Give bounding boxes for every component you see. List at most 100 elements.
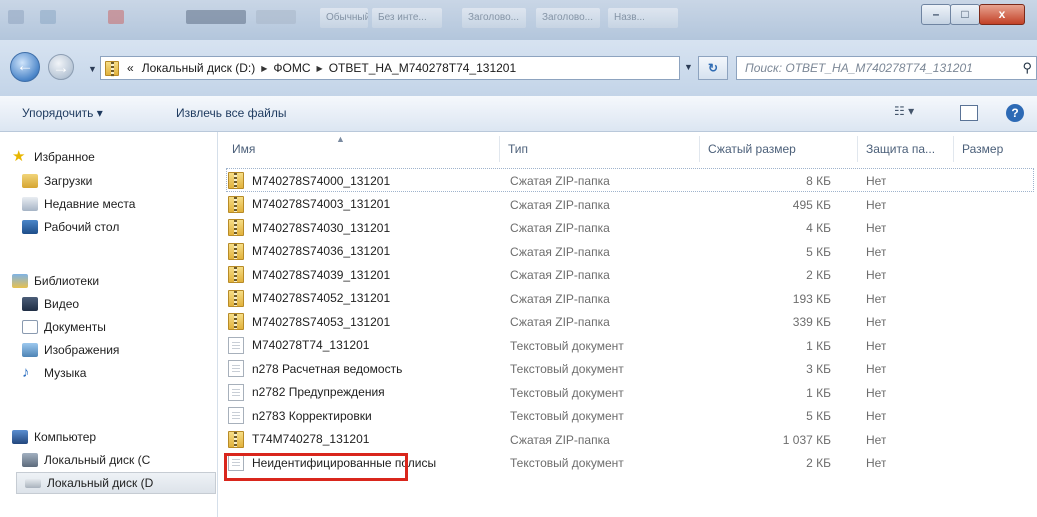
file-compressed-size: 193 КБ: [792, 291, 831, 306]
breadcrumb-drive-d[interactable]: Локальный диск (D:): [142, 61, 256, 75]
title-bar: Обычный Без инте... Заголово... Заголово…: [0, 0, 1037, 40]
file-name-cell[interactable]: T74M740278_131201: [228, 430, 498, 448]
search-input[interactable]: Поиск: ОТВЕТ_НА_M740278T74_131201 ⚲: [736, 56, 1037, 80]
downloads-folder-icon: [22, 174, 38, 188]
style-heading-2[interactable]: Заголово...: [536, 8, 600, 28]
file-name-cell[interactable]: M740278S74052_131201: [228, 289, 498, 307]
preview-pane-icon[interactable]: [960, 105, 978, 121]
file-name-cell[interactable]: M740278S74036_131201: [228, 242, 498, 260]
address-dropdown-icon[interactable]: ▼: [684, 62, 693, 72]
refresh-button[interactable]: ↻: [698, 56, 728, 80]
search-icon[interactable]: ⚲: [1022, 60, 1032, 76]
column-header-size[interactable]: Размер: [954, 136, 1034, 162]
undo-icon[interactable]: [40, 10, 56, 24]
nav-item-recent-places[interactable]: Недавние места: [22, 193, 135, 215]
nav-item-drive-d[interactable]: Локальный диск (D: [16, 472, 216, 494]
table-row[interactable]: M740278T74_131201 Текстовый документ 1 КБ Н…: [228, 335, 1028, 357]
table-row[interactable]: n278 Расчетная ведомость Текстовый докуме…: [228, 358, 1028, 380]
nav-computer[interactable]: Компьютер: [12, 426, 96, 448]
organize-button[interactable]: Упорядочить ▾: [22, 106, 103, 120]
file-compressed-size: 8 КБ: [806, 174, 831, 188]
table-row[interactable]: T74M740278_131201 Сжатая ZIP-папка 1 037 К…: [228, 429, 1028, 451]
nav-item-downloads[interactable]: Загрузки: [22, 170, 92, 192]
file-name: T74M740278_131201: [252, 432, 370, 446]
file-name-cell[interactable]: n278 Расчетная ведомость: [228, 360, 498, 377]
indent-icon[interactable]: [256, 10, 296, 24]
paint-icon[interactable]: [108, 10, 124, 24]
table-row[interactable]: M740278S74036_131201 Сжатая ZIP-папка 5 КБ…: [228, 241, 1028, 263]
nav-item-label: Недавние места: [44, 197, 136, 211]
forward-button[interactable]: →: [48, 54, 74, 80]
file-password-protected: Нет: [866, 244, 887, 259]
view-options-icon[interactable]: ☷ ▾: [894, 104, 914, 124]
file-name-cell[interactable]: M740278S74003_131201: [228, 195, 498, 213]
text-document-icon: [228, 336, 244, 354]
file-type: Текстовый документ: [510, 409, 624, 423]
file-name-cell[interactable]: n2782 Предупреждения: [228, 383, 498, 401]
column-header-name[interactable]: Имя ▲: [224, 136, 500, 162]
style-normal[interactable]: Обычный: [320, 8, 368, 28]
file-type: Сжатая ZIP-папка: [510, 197, 610, 212]
file-compressed-size: 1 КБ: [806, 338, 831, 353]
breadcrumb-separator-icon[interactable]: ▶: [261, 64, 267, 73]
nav-item-label: Музыка: [44, 366, 87, 380]
help-icon[interactable]: ?: [1006, 104, 1024, 122]
address-row: ← → ▼ « Локальный диск (D:) ▶ ФОМС ▶ ОТВ…: [0, 40, 1037, 96]
column-header-type[interactable]: Тип: [500, 136, 700, 162]
extract-all-button[interactable]: Извлечь все файлы: [176, 106, 286, 120]
quick-access-icon[interactable]: [8, 10, 24, 24]
nav-item-pictures[interactable]: Изображения: [22, 339, 119, 361]
nav-libraries[interactable]: Библиотеки: [12, 270, 99, 292]
file-type: Текстовый документ: [510, 338, 624, 353]
arrow-right-icon: →: [52, 58, 70, 77]
table-row[interactable]: n2783 Корректировки Текстовый документ 5 К…: [228, 405, 1028, 427]
table-row[interactable]: M740278S74000_131201 Сжатая ZIP-папка 8 КБ…: [228, 170, 1028, 192]
style-title[interactable]: Назв...: [608, 8, 678, 28]
breadcrumb-current-folder[interactable]: ОТВЕТ_НА_M740278T74_131201: [329, 61, 516, 75]
style-heading-1[interactable]: Заголово...: [462, 8, 526, 28]
file-name-cell[interactable]: M740278S74030_131201: [228, 219, 498, 236]
style-no-spacing[interactable]: Без инте...: [372, 8, 442, 28]
highlight-box: [224, 453, 408, 481]
column-header-password-protected[interactable]: Защита па...: [858, 136, 954, 162]
file-password-protected: Нет: [866, 268, 887, 282]
bold-icon[interactable]: [186, 10, 246, 24]
table-row[interactable]: M740278S74053_131201 Сжатая ZIP-папка 339 …: [228, 311, 1028, 333]
nav-item-drive-c[interactable]: Локальный диск (C: [22, 449, 150, 471]
back-button[interactable]: ←: [10, 52, 40, 82]
recent-pages-dropdown[interactable]: ▼: [88, 64, 97, 74]
file-compressed-size: 5 КБ: [806, 409, 831, 423]
nav-item-documents[interactable]: Документы: [22, 316, 106, 338]
file-type: Сжатая ZIP-папка: [510, 244, 610, 259]
breadcrumb-overflow[interactable]: «: [127, 61, 134, 75]
file-name-cell[interactable]: M740278S74000_131201: [228, 172, 498, 189]
file-name-cell[interactable]: M740278S74053_131201: [228, 313, 498, 330]
file-name: M740278T74_131201: [252, 338, 370, 352]
minimize-button[interactable]: –: [921, 4, 951, 25]
nav-item-desktop[interactable]: Рабочий стол: [22, 216, 119, 238]
nav-item-video[interactable]: Видео: [22, 293, 79, 315]
breadcrumb-foms[interactable]: ФОМС: [273, 61, 310, 75]
table-row[interactable]: M740278S74039_131201 Сжатая ZIP-папка 2 КБ…: [228, 264, 1028, 286]
table-row[interactable]: M740278S74052_131201 Сжатая ZIP-папка 193 …: [228, 288, 1028, 310]
computer-icon: [12, 430, 28, 444]
file-password-protected: Нет: [866, 291, 887, 306]
address-bar[interactable]: « Локальный диск (D:) ▶ ФОМС ▶ ОТВЕТ_НА_…: [100, 56, 680, 80]
nav-favorites[interactable]: ★ Избранное: [12, 146, 95, 168]
file-compressed-size: 1 КБ: [806, 385, 831, 400]
table-row[interactable]: M740278S74030_131201 Сжатая ZIP-папка 4 КБ…: [228, 217, 1028, 239]
close-button[interactable]: x: [979, 4, 1025, 25]
table-row[interactable]: M740278S74003_131201 Сжатая ZIP-папка 495 …: [228, 194, 1028, 216]
nav-item-label: Изображения: [44, 343, 120, 357]
breadcrumb-separator-icon[interactable]: ▶: [317, 64, 323, 73]
file-name: n2782 Предупреждения: [252, 385, 385, 399]
nav-item-music[interactable]: ♪ Музыка: [22, 362, 86, 384]
maximize-button[interactable]: □: [950, 4, 980, 25]
file-type: Сжатая ZIP-папка: [510, 268, 610, 282]
file-name-cell[interactable]: M740278T74_131201: [228, 336, 498, 354]
table-row[interactable]: n2782 Предупреждения Текстовый документ 1 …: [228, 382, 1028, 404]
file-name: M740278S74053_131201: [252, 314, 391, 329]
column-header-compressed-size[interactable]: Сжатый размер: [700, 136, 858, 162]
file-name-cell[interactable]: M740278S74039_131201: [228, 266, 498, 283]
file-name-cell[interactable]: n2783 Корректировки: [228, 407, 498, 424]
